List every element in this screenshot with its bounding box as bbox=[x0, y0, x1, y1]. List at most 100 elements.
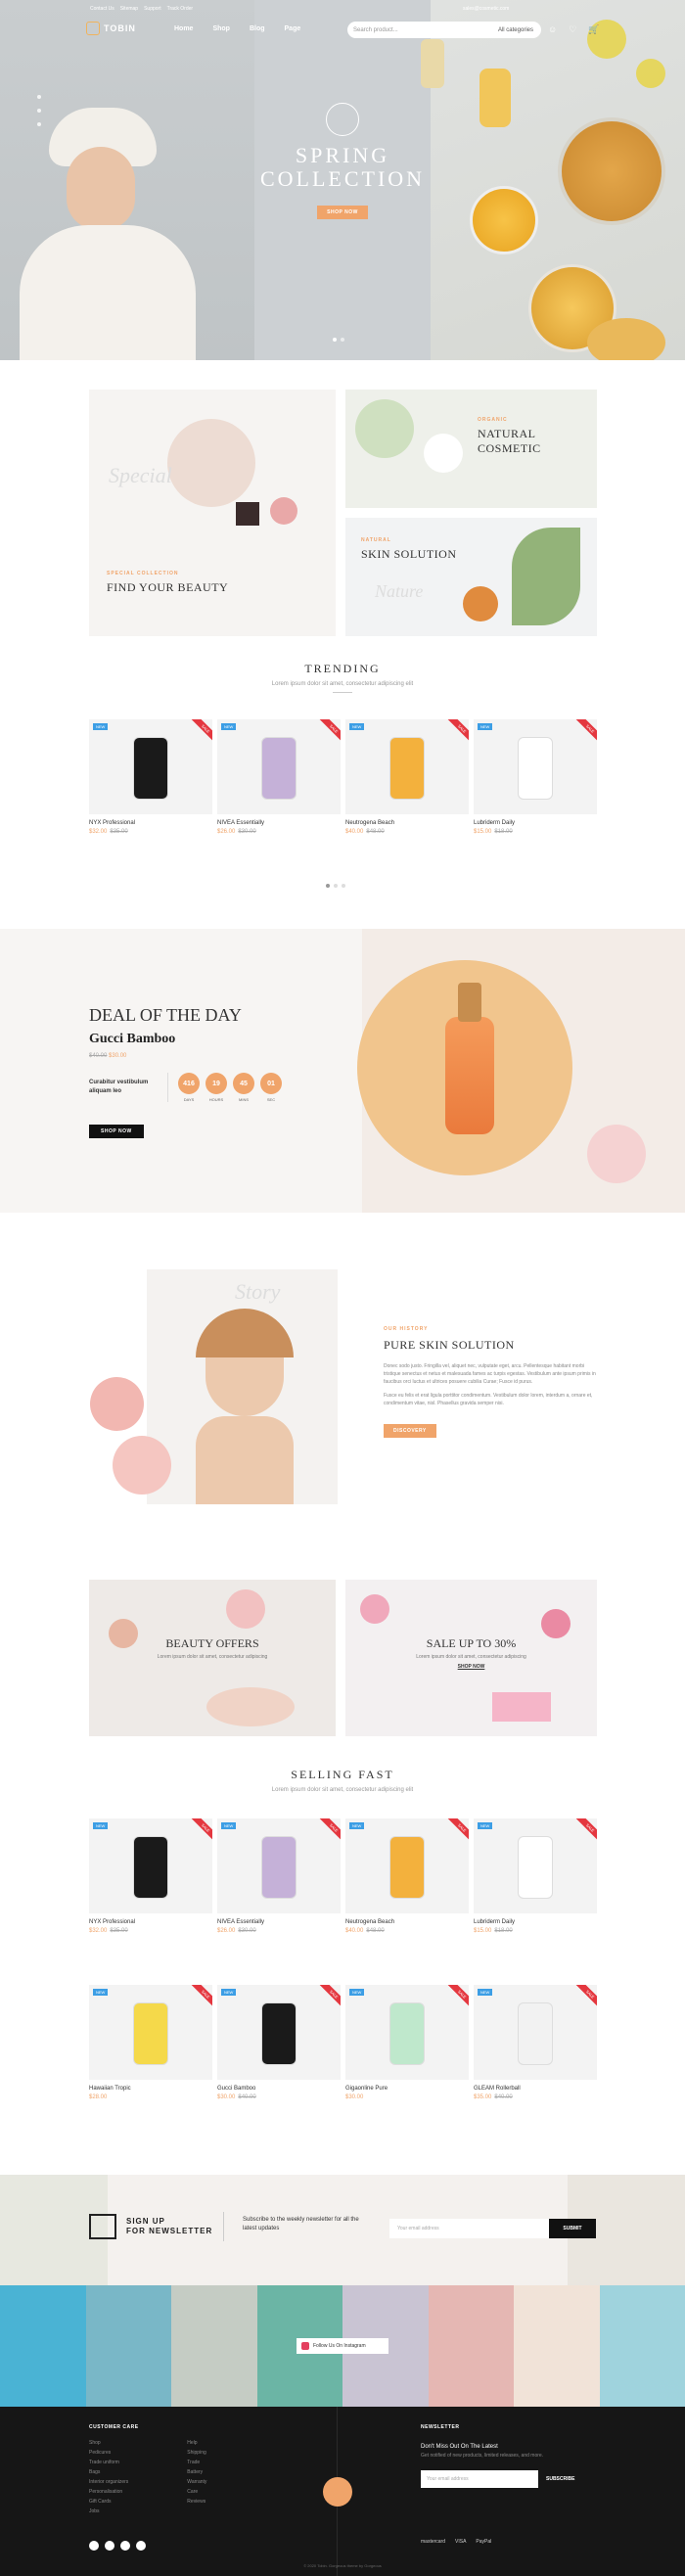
product-image[interactable]: NEW SALE bbox=[89, 719, 212, 814]
search-category-select[interactable]: All categories bbox=[498, 27, 533, 33]
product-image[interactable]: NEW SALE bbox=[345, 1985, 469, 2080]
product-name[interactable]: Hawaiian Tropic bbox=[89, 2086, 212, 2092]
footer-link[interactable]: Interior organizers bbox=[89, 2477, 128, 2487]
product-image[interactable]: NEW SALE bbox=[217, 1985, 341, 2080]
banner-skin-solution[interactable]: Nature NATURAL SKIN SOLUTION bbox=[345, 518, 597, 636]
youtube-icon[interactable] bbox=[120, 2541, 130, 2551]
product-image[interactable]: NEW SALE bbox=[474, 1818, 597, 1913]
footer-link[interactable]: Reviews bbox=[187, 2497, 206, 2507]
footer-link[interactable]: Jobs bbox=[89, 2507, 128, 2516]
footer-link[interactable]: Pedicures bbox=[89, 2448, 128, 2458]
instagram-photo[interactable] bbox=[599, 2285, 685, 2407]
footer-link[interactable]: Trade uniform bbox=[89, 2458, 128, 2467]
newsletter-email-input[interactable]: Your email address bbox=[389, 2219, 549, 2238]
footer-link[interactable]: Gift Cards bbox=[89, 2497, 128, 2507]
site-logo[interactable]: TOBIN bbox=[86, 22, 136, 35]
search-input[interactable]: Search product... bbox=[353, 27, 398, 33]
deal-product-name[interactable]: Gucci Bamboo bbox=[89, 1032, 282, 1047]
footer-link[interactable]: Warranty bbox=[187, 2477, 206, 2487]
topbar-link[interactable]: Support bbox=[144, 6, 161, 12]
follow-instagram-button[interactable]: Follow Us On Instagram bbox=[297, 2338, 388, 2354]
slide-dot[interactable] bbox=[334, 884, 338, 888]
subscribe-button[interactable]: SUBSCRIBE bbox=[546, 2476, 574, 2482]
instagram-photo[interactable] bbox=[514, 2285, 600, 2407]
slide-dot[interactable] bbox=[342, 884, 345, 888]
search-bar[interactable]: Search product... All categories bbox=[347, 22, 541, 38]
deal-shop-button[interactable]: SHOP NOW bbox=[89, 1125, 144, 1138]
product-name[interactable]: Lubriderm Daily bbox=[474, 820, 597, 826]
product-name[interactable]: NYX Professional bbox=[89, 820, 212, 826]
banner-find-beauty[interactable]: Special SPECIAL COLLECTION FIND YOUR BEA… bbox=[89, 390, 336, 636]
footer-link[interactable]: Bags bbox=[89, 2467, 128, 2477]
instagram-photo[interactable] bbox=[428, 2285, 514, 2407]
footer-email-input[interactable]: Your email address bbox=[421, 2470, 538, 2488]
twitter-icon[interactable] bbox=[105, 2541, 114, 2551]
product-image[interactable]: NEW SALE bbox=[345, 719, 469, 814]
product-name[interactable]: NYX Professional bbox=[89, 1919, 212, 1925]
product-name[interactable]: Neutrogena Beach bbox=[345, 820, 469, 826]
product-name[interactable]: Gigaonline Pure bbox=[345, 2086, 469, 2092]
footer-link[interactable]: Trade bbox=[187, 2458, 206, 2467]
footer-link[interactable]: Shipping bbox=[187, 2448, 206, 2458]
footer-link[interactable]: Help bbox=[187, 2438, 206, 2448]
product-image[interactable]: NEW SALE bbox=[89, 1818, 212, 1913]
footer-link[interactable]: Battery bbox=[187, 2467, 206, 2477]
topbar-email[interactable]: sales@cosmetic.com bbox=[463, 6, 509, 12]
discovery-button[interactable]: DISCOVERY bbox=[384, 1424, 436, 1438]
product-name[interactable]: NIVEA Essentially bbox=[217, 820, 341, 826]
facebook-icon[interactable] bbox=[89, 2541, 99, 2551]
footer-link[interactable]: Personalisation bbox=[89, 2487, 128, 2497]
product-name[interactable]: Lubriderm Daily bbox=[474, 1919, 597, 1925]
slide-dot[interactable] bbox=[333, 338, 337, 342]
product-image[interactable]: NEW SALE bbox=[217, 1818, 341, 1913]
social-dot[interactable] bbox=[37, 122, 41, 126]
product-image[interactable]: NEW SALE bbox=[474, 719, 597, 814]
product-card[interactable]: NEW SALE Gucci Bamboo $30.00 $40.00 bbox=[217, 1985, 341, 2100]
menu-item-shop[interactable]: Shop bbox=[212, 25, 230, 32]
wishlist-icon[interactable]: ♡ bbox=[569, 24, 576, 35]
product-name[interactable]: Neutrogena Beach bbox=[345, 1919, 469, 1925]
product-name[interactable]: NIVEA Essentially bbox=[217, 1919, 341, 1925]
product-card[interactable]: NEW SALE NIVEA Essentially $26.00 $30.00 bbox=[217, 1818, 341, 1934]
hero-shop-button[interactable]: SHOP NOW bbox=[317, 206, 368, 220]
instagram-photo[interactable] bbox=[85, 2285, 171, 2407]
product-card[interactable]: NEW SALE GLEAM Rollerball $35.00 $40.00 bbox=[474, 1985, 597, 2100]
newsletter-submit-button[interactable]: SUBMIT bbox=[549, 2219, 596, 2238]
product-card[interactable]: NEW SALE NYX Professional $32.00 $35.00 bbox=[89, 1818, 212, 1934]
offer-shop-link[interactable]: SHOP NOW bbox=[345, 1664, 597, 1670]
instagram-icon[interactable] bbox=[136, 2541, 146, 2551]
product-image[interactable]: NEW SALE bbox=[89, 1985, 212, 2080]
topbar-link[interactable]: Track Order bbox=[167, 6, 193, 12]
social-dot[interactable] bbox=[37, 95, 41, 99]
topbar-link[interactable]: Contact Us bbox=[90, 6, 114, 12]
product-card[interactable]: NEW SALE Lubriderm Daily $15.00 $18.00 bbox=[474, 719, 597, 835]
slide-dot[interactable] bbox=[326, 884, 330, 888]
slide-dot[interactable] bbox=[341, 338, 344, 342]
instagram-photo[interactable] bbox=[171, 2285, 257, 2407]
footer-link[interactable]: Care bbox=[187, 2487, 206, 2497]
product-image[interactable]: NEW SALE bbox=[474, 1985, 597, 2080]
instagram-photo[interactable] bbox=[0, 2285, 86, 2407]
menu-item-blog[interactable]: Blog bbox=[250, 25, 265, 32]
user-icon[interactable]: ☺ bbox=[548, 24, 557, 35]
product-card[interactable]: NEW SALE Gigaonline Pure $30.00 bbox=[345, 1985, 469, 2100]
topbar-link[interactable]: Sitemap bbox=[120, 6, 138, 12]
product-image[interactable]: NEW SALE bbox=[217, 719, 341, 814]
banner-sale[interactable]: SALE UP TO 30% Lorem ipsum dolor sit ame… bbox=[345, 1580, 597, 1736]
product-card[interactable]: NEW SALE Hawaiian Tropic $28.00 bbox=[89, 1985, 212, 2100]
cart-icon[interactable]: 🛒 bbox=[588, 24, 599, 35]
social-dot[interactable] bbox=[37, 109, 41, 113]
footer-link[interactable]: Shop bbox=[89, 2438, 128, 2448]
product-card[interactable]: NEW SALE Lubriderm Daily $15.00 $18.00 bbox=[474, 1818, 597, 1934]
product-card[interactable]: NEW SALE Neutrogena Beach $40.00 $48.00 bbox=[345, 719, 469, 835]
menu-item-page[interactable]: Page bbox=[285, 25, 301, 32]
banner-natural-cosmetic[interactable]: ORGANIC NATURAL COSMETIC bbox=[345, 390, 597, 508]
product-image[interactable]: NEW SALE bbox=[345, 1818, 469, 1913]
product-card[interactable]: NEW SALE NYX Professional $32.00 $35.00 bbox=[89, 719, 212, 835]
menu-item-home[interactable]: Home bbox=[174, 25, 193, 32]
product-card[interactable]: NEW SALE NIVEA Essentially $26.00 $30.00 bbox=[217, 719, 341, 835]
product-name[interactable]: GLEAM Rollerball bbox=[474, 2086, 597, 2092]
banner-beauty-offers[interactable]: BEAUTY OFFERS Lorem ipsum dolor sit amet… bbox=[89, 1580, 336, 1736]
product-name[interactable]: Gucci Bamboo bbox=[217, 2086, 341, 2092]
product-card[interactable]: NEW SALE Neutrogena Beach $40.00 $48.00 bbox=[345, 1818, 469, 1934]
